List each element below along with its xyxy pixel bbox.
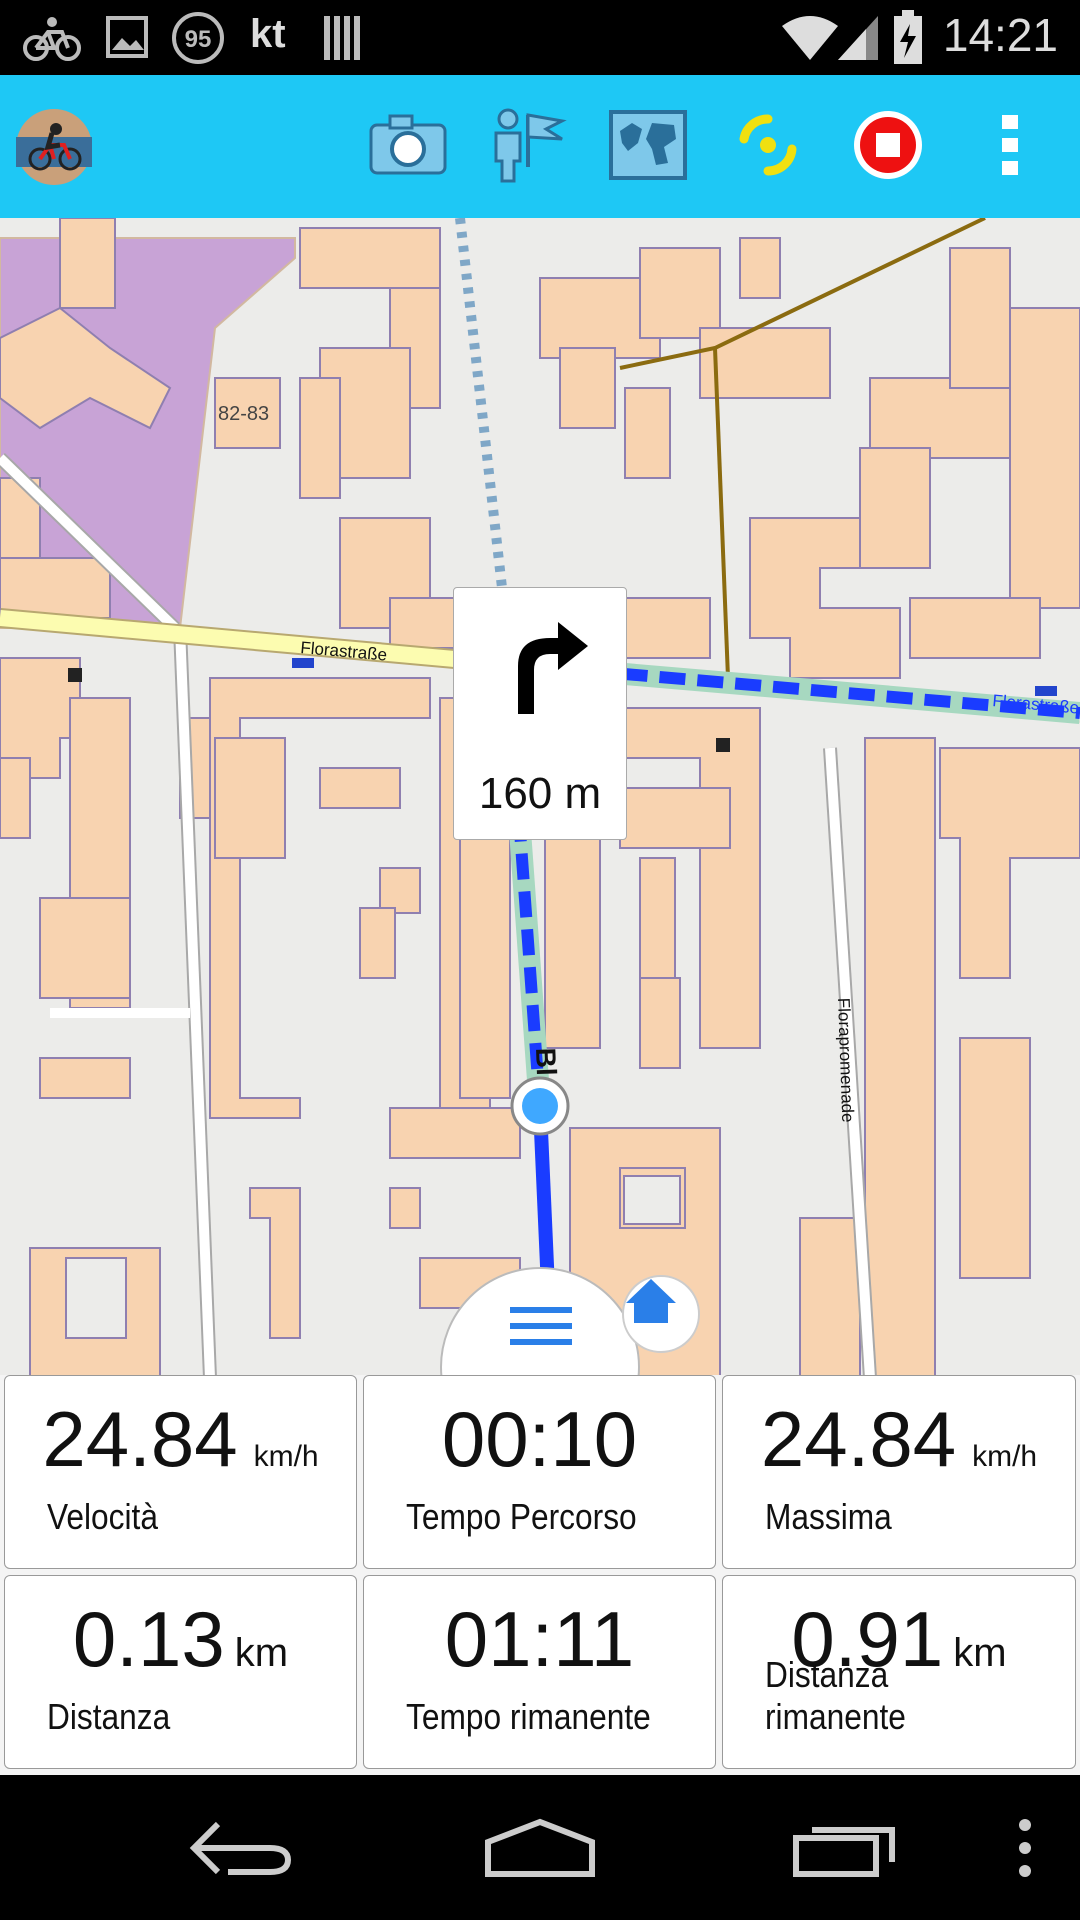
stop-recording-icon — [852, 109, 924, 186]
recent-apps-icon — [792, 1818, 898, 1883]
stat-max-speed: 24.84 km/h Massima — [722, 1375, 1076, 1569]
badge-count: 95 — [185, 26, 212, 53]
stat-remaining-time: 01:11 Tempo rimanente — [363, 1575, 716, 1769]
recent-apps-button[interactable] — [780, 1805, 910, 1895]
bike-icon — [22, 14, 82, 69]
stop-recording-button[interactable] — [838, 97, 938, 197]
stat-label: Massima — [765, 1496, 892, 1537]
stat-trip-time: 00:10 Tempo Percorso — [363, 1375, 716, 1569]
turn-instruction-card[interactable]: 160 m — [453, 587, 627, 840]
street-label-current: Bl — [530, 1047, 562, 1076]
battery-charging-icon — [892, 10, 924, 71]
signal-icon — [836, 14, 880, 67]
map-view[interactable]: Florastraße Florastraße Florapromenade B… — [0, 218, 1080, 1378]
street-label-florapromenade: Florapromenade — [834, 997, 857, 1122]
stat-unit: km/h — [972, 1440, 1038, 1473]
waypoint-button[interactable] — [478, 97, 578, 197]
map-icon — [608, 109, 688, 186]
clock: 14:21 — [942, 9, 1058, 61]
stat-unit: km/h — [253, 1440, 319, 1473]
action-bar — [0, 75, 1080, 218]
gps-icon — [732, 109, 804, 186]
stat-label: Velocità — [47, 1496, 158, 1537]
stats-panel: 24.84 km/h Velocità 00:10 Tempo Percorso … — [0, 1375, 1080, 1775]
stat-distance: 0.13 km Distanza — [4, 1575, 357, 1769]
turn-distance: 160 m — [478, 769, 602, 818]
map-button[interactable] — [598, 97, 698, 197]
stat-value: 24.84 — [42, 1395, 238, 1483]
wifi-icon — [780, 14, 840, 67]
stat-value: 0.13 — [72, 1595, 225, 1683]
overflow-menu-button[interactable] — [960, 97, 1060, 197]
home-location-button[interactable] — [622, 1275, 700, 1353]
home-button[interactable] — [470, 1805, 610, 1895]
stat-label: Distanza — [47, 1696, 171, 1737]
stat-speed: 24.84 km/h Velocità — [4, 1375, 357, 1569]
status-bar: 95 kt 14:21 — [0, 0, 1080, 75]
system-nav-bar — [0, 1775, 1080, 1920]
stat-remaining-distance: 0.91 km Distanza rimanente — [722, 1575, 1076, 1769]
stat-value: 24.84 — [760, 1395, 957, 1483]
image-icon — [106, 16, 148, 63]
overflow-icon — [1018, 1818, 1032, 1883]
nav-overflow-button[interactable] — [1000, 1805, 1050, 1895]
badge-icon: 95 — [170, 10, 226, 71]
barcode-icon — [322, 14, 362, 67]
stat-label: Tempo Percorso — [406, 1496, 637, 1537]
cyclist-avatar[interactable] — [4, 97, 104, 197]
house-number: 82-83 — [218, 403, 269, 425]
stat-label: Tempo rimanente — [406, 1696, 651, 1737]
camera-icon — [368, 113, 448, 182]
stat-label: Distanza rimanente — [765, 1654, 906, 1737]
stat-value: 01:11 — [444, 1595, 635, 1683]
carrier-text: kt — [250, 12, 286, 56]
back-button[interactable] — [180, 1805, 300, 1895]
stat-unit: km — [234, 1631, 289, 1675]
back-icon — [188, 1818, 292, 1883]
overflow-menu-icon — [1000, 113, 1020, 182]
camera-button[interactable] — [358, 97, 458, 197]
home-icon — [484, 1818, 596, 1883]
stat-value: 00:10 — [441, 1395, 638, 1483]
waypoint-flag-icon — [488, 107, 568, 188]
gps-button[interactable] — [718, 97, 818, 197]
